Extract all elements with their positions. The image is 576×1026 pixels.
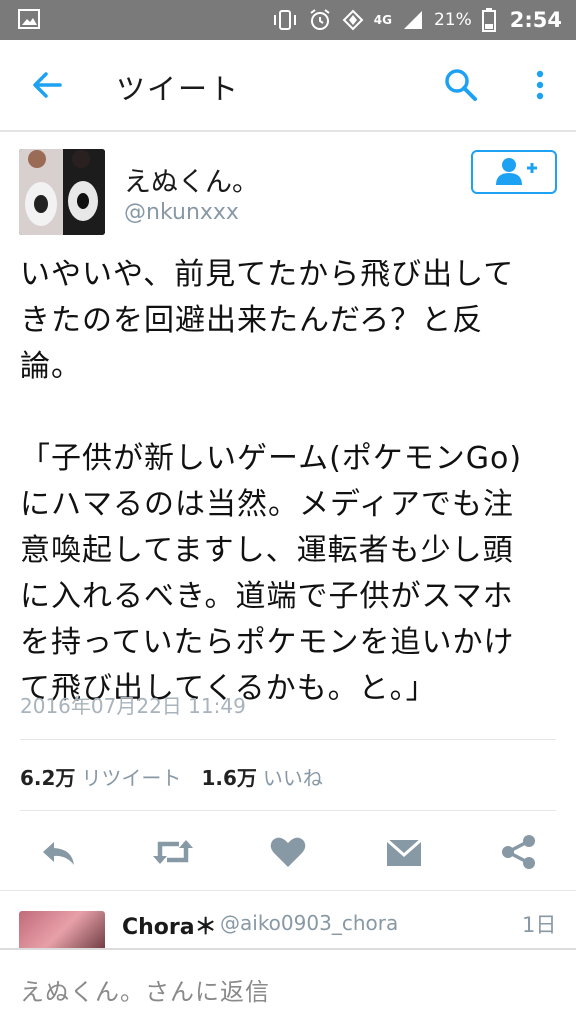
divider [20,739,556,740]
tweet-action-bar [0,826,576,876]
author-display-name[interactable]: えぬくん。 [124,160,259,199]
more-vert-icon[interactable] [526,66,554,104]
retweet-icon[interactable] [151,832,195,872]
tweet-stats: 6.2万 リツイート 1.6万 いいね [20,762,343,791]
back-arrow-icon[interactable] [28,66,68,104]
signal-strength-icon [403,11,422,29]
clock: 2:54 [509,8,562,32]
author-avatar[interactable] [19,149,105,235]
page-title: ツイート [116,72,241,106]
reply-author-handle[interactable]: @aiko0903_chora [220,911,398,935]
dm-envelope-icon[interactable] [384,832,424,872]
heart-icon[interactable] [268,832,308,872]
like-label[interactable]: いいね [263,766,323,790]
battery-icon [481,8,496,32]
reply-input-placeholder[interactable]: えぬくん。さんに返信 [20,972,270,1007]
data-saver-icon [342,9,364,31]
search-icon[interactable] [442,66,480,104]
divider [20,810,556,811]
status-bar: 4G 21% 2:54 [0,0,576,40]
reply-composer[interactable]: えぬくん。さんに返信 [0,948,576,1026]
tweet-text: いやいや、前見てたから飛び出して きたのを回避出来たんだろ？と反 論。 「子供が… [20,257,523,706]
avatar-image [19,149,105,235]
app-bar: ツイート [0,40,576,132]
follow-button[interactable] [471,150,557,194]
gallery-notification-icon [18,9,40,29]
reply-avatar[interactable] [19,911,105,949]
retweet-label[interactable]: リツイート [81,766,181,790]
network-type-label: 4G [373,13,392,27]
vibrate-icon [273,10,296,30]
tweet-timestamp: 2016年07月22日 11:49 [20,694,246,718]
like-count[interactable]: 1.6万 [201,766,256,790]
retweet-count[interactable]: 6.2万 [20,766,75,790]
reply-author-name[interactable]: Chora＊ [122,909,217,941]
add-user-icon [496,158,537,185]
reply-list-item[interactable]: Chora＊ @aiko0903_chora 1日 [0,890,576,949]
author-handle[interactable]: @nkunxxx [124,200,239,225]
battery-percent: 21% [433,10,472,30]
reply-time: 1日 [522,913,557,937]
reply-icon[interactable] [38,832,78,872]
alarm-icon [310,9,330,30]
share-icon[interactable] [499,832,539,872]
